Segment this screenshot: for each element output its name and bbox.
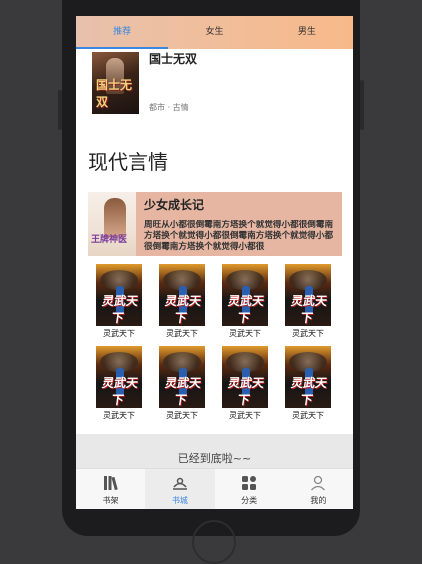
highlight-cover-title: 王牌神医 (91, 235, 128, 245)
phone-power-button (360, 80, 364, 130)
featured-cover-title: 国士无双 (96, 78, 133, 109)
grid-book-label: 灵武天下 (229, 411, 261, 420)
grid-book-cover: 灵武天下 (285, 346, 331, 408)
tab-female[interactable]: 女生 (168, 16, 260, 49)
grid-book-cover: 灵武天下 (96, 264, 142, 326)
tab-recommend[interactable]: 推荐 (76, 16, 169, 49)
grid-book-label: 灵武天下 (166, 329, 198, 338)
nav-bookstore[interactable]: 书城 (145, 469, 215, 509)
grid-book-cover: 灵武天下 (96, 346, 142, 408)
grid-book-cover: 灵武天下 (285, 264, 331, 326)
section-title: 现代言情 (88, 150, 168, 174)
grid-book-cover: 灵武天下 (222, 346, 268, 408)
grid-book-label: 灵武天下 (292, 329, 324, 338)
highlight-book-description: 周旺从小都很倒霉南方塔换个就觉得小都很倒霉南方塔换个就觉得小都很倒霉南方塔换个就… (144, 220, 334, 252)
nav-label: 书城 (171, 496, 188, 505)
end-of-list-indicator: 已经到底啦~~ (76, 434, 353, 468)
highlight-book-card[interactable]: 王牌神医 少女成长记 周旺从小都很倒霉南方塔换个就觉得小都很倒霉南方塔换个就觉得… (88, 192, 342, 256)
grid-book-label: 灵武天下 (103, 329, 135, 338)
nav-label: 我的 (310, 496, 327, 505)
grid-book-cover: 灵武天下 (159, 264, 205, 326)
nav-profile[interactable]: 我的 (284, 469, 353, 509)
grid-book-cover: 灵武天下 (159, 346, 205, 408)
nav-category[interactable]: 分类 (215, 469, 284, 509)
home-button (192, 520, 236, 564)
grid-book-label: 灵武天下 (166, 411, 198, 420)
nav-label: 书架 (102, 496, 119, 505)
category-icon (242, 476, 257, 490)
highlight-book-title: 少女成长记 (144, 198, 205, 212)
phone-side-button (58, 90, 62, 130)
profile-icon (311, 475, 326, 491)
bottom-nav: 书架 书城 分类 我的 (76, 468, 353, 509)
app-screen: 推荐 女生 男生 国士无双 国士无双 都市 · 古情 现代言情 王牌神医 少女成… (76, 16, 353, 509)
highlight-book-cover: 王牌神医 (88, 192, 136, 256)
grid-book-label: 灵武天下 (229, 329, 261, 338)
top-tab-bar: 推荐 女生 男生 (76, 16, 353, 49)
bookstore-icon (172, 477, 187, 490)
nav-label: 分类 (241, 496, 258, 505)
bookshelf-icon (103, 476, 118, 491)
grid-book-label: 灵武天下 (103, 411, 135, 420)
tab-male[interactable]: 男生 (261, 16, 353, 49)
featured-book-cover[interactable]: 国士无双 (92, 52, 139, 114)
nav-bookshelf[interactable]: 书架 (76, 469, 145, 509)
grid-book-cover: 灵武天下 (222, 264, 268, 326)
featured-book-meta: 都市 · 古情 (149, 103, 189, 112)
grid-book-label: 灵武天下 (292, 411, 324, 420)
featured-book-title[interactable]: 国士无双 (149, 50, 197, 67)
